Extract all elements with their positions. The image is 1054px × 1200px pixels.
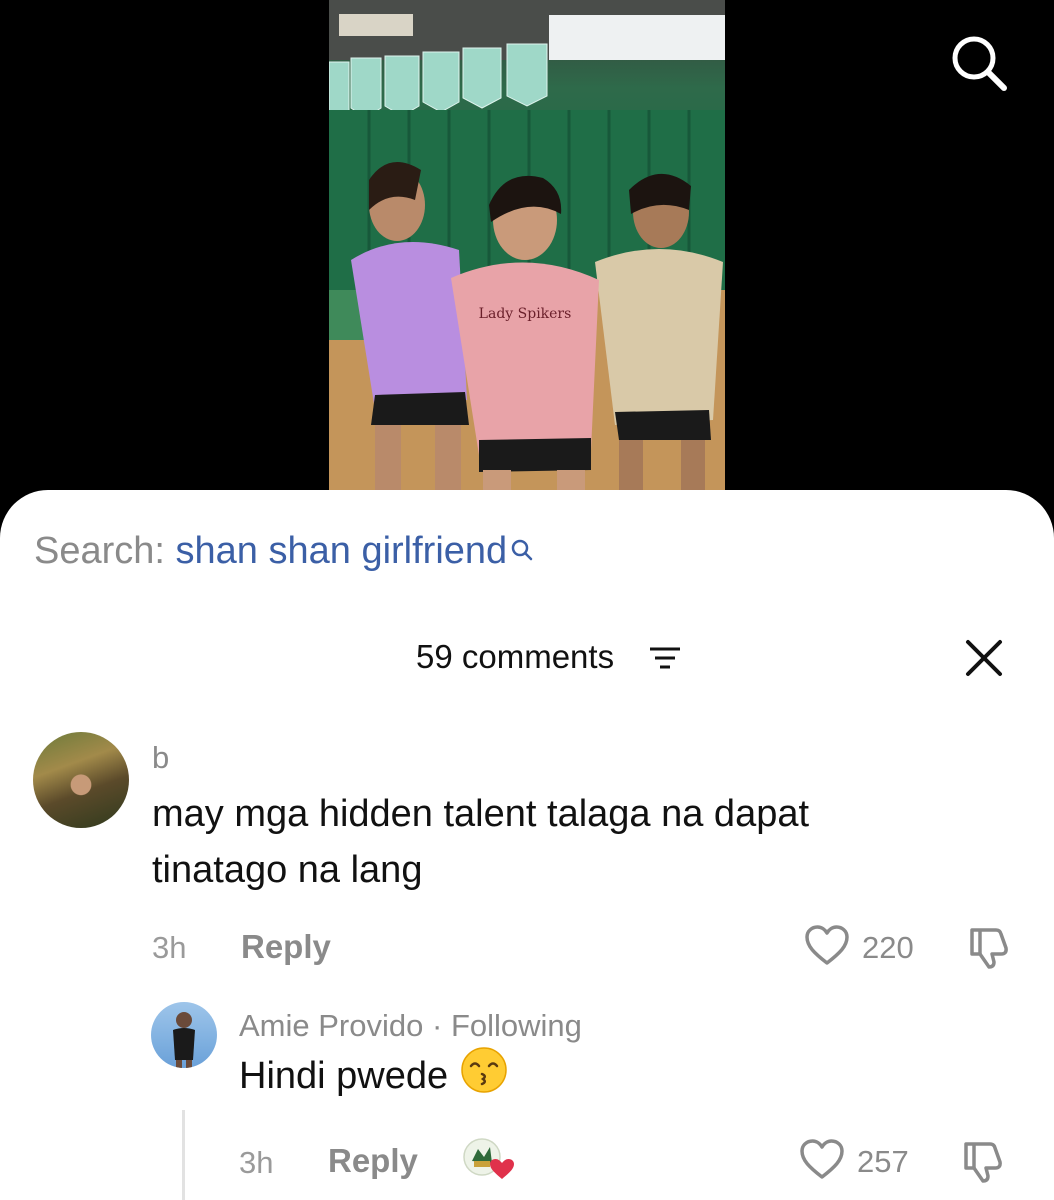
dislike-icon[interactable] [966,924,1012,975]
reply-button[interactable]: Reply [328,1142,418,1180]
dislike-icon[interactable] [960,1138,1006,1189]
comments-header: 59 comments [0,638,1054,684]
reply-username-line: Amie Provido · Following [239,1008,582,1044]
search-query-link[interactable]: shan shan girlfriend [176,530,508,572]
comment-username[interactable]: b [152,740,169,776]
avatar[interactable] [151,1002,217,1068]
search-suggestion[interactable]: Search: shan shan girlfriend [34,530,535,577]
separator-dot: · [431,1008,443,1043]
search-small-icon[interactable] [509,534,535,577]
video-scene: Lady Spikers [329,0,725,490]
reply-username[interactable]: Amie Provido [239,1008,423,1043]
following-label: Following [450,1008,582,1043]
like-count: 257 [857,1144,909,1179]
comment-count: 59 comments [416,638,615,675]
search-prefix: Search: [34,530,165,572]
reply-text: Hindi pwede [239,1055,449,1098]
video-player[interactable]: Lady Spikers [0,0,1054,520]
shirt-text: Lady Spikers [479,306,572,322]
thread-line [182,1110,185,1200]
filter-icon[interactable] [650,646,680,670]
reply-time: 3h [239,1145,274,1180]
avatar[interactable] [33,732,129,828]
reply-text-line: Hindi pwede [239,1046,508,1110]
heart-icon[interactable] [804,924,850,971]
like-count: 220 [862,930,914,965]
comment-text: may mga hidden talent talaga na dapat ti… [152,793,810,891]
search-icon[interactable] [946,30,1010,94]
video-frame[interactable]: Lady Spikers [329,0,725,490]
creator-liked-icon[interactable] [462,1137,518,1181]
comments-sheet: Search: shan shan girlfriend 59 comments… [0,490,1054,1200]
reply-button[interactable]: Reply [241,928,331,966]
close-icon[interactable] [964,638,1004,678]
comment-time: 3h [152,930,187,965]
heart-icon[interactable] [799,1138,845,1185]
kissing-emoji-icon [460,1046,508,1110]
